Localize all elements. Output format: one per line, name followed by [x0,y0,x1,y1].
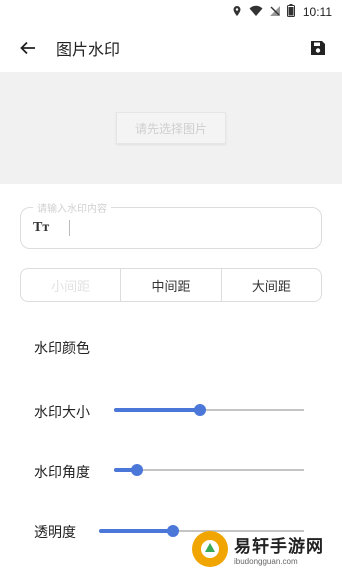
save-button[interactable] [306,36,330,60]
size-slider-thumb[interactable] [193,404,206,416]
angle-slider[interactable] [114,460,304,480]
angle-slider-thumb[interactable] [130,464,143,476]
text-cursor [69,220,70,236]
spacing-large-option[interactable]: 大间距 [220,269,321,301]
battery-icon [286,4,295,20]
text-format-icon: Tт [33,220,50,235]
opacity-label: 透明度 [34,525,76,541]
arrow-back-icon [20,41,35,55]
opacity-slider-thumb[interactable] [166,525,179,537]
image-preview-area[interactable]: 请先选择图片 [0,72,342,184]
watermark-color-label[interactable]: 水印颜色 [34,338,90,358]
no-signal-icon [269,5,281,20]
size-slider[interactable] [114,400,304,420]
location-icon [231,5,243,20]
app-bar: 图片水印 [0,24,342,72]
watermark-text-label: 请输入水印内容 [33,200,111,215]
spacing-toggle-group: 小间距 中间距 大间距 [20,268,322,302]
save-icon [311,41,325,55]
watermark-size-label: 水印大小 [34,405,90,421]
size-slider-fill [114,408,200,412]
site-logo-icon [192,531,228,567]
status-time: 10:11 [302,5,332,19]
watermark-main-text: 易轩手游网 [234,537,324,557]
watermark-text-field[interactable]: 请输入水印内容 Tт [20,200,322,249]
back-button[interactable] [0,24,56,72]
page-title: 图片水印 [56,40,121,59]
site-watermark: 易轩手游网 ibudongguan.com [192,528,342,570]
spacing-small-option[interactable]: 小间距 [21,269,120,301]
wifi-icon [249,5,263,20]
opacity-slider-fill [99,529,173,533]
watermark-angle-label: 水印角度 [34,465,90,481]
spacing-medium-option[interactable]: 中间距 [120,269,220,301]
status-bar: 10:11 [0,0,342,24]
select-image-button[interactable]: 请先选择图片 [116,112,226,144]
watermark-sub-text: ibudongguan.com [234,557,298,566]
